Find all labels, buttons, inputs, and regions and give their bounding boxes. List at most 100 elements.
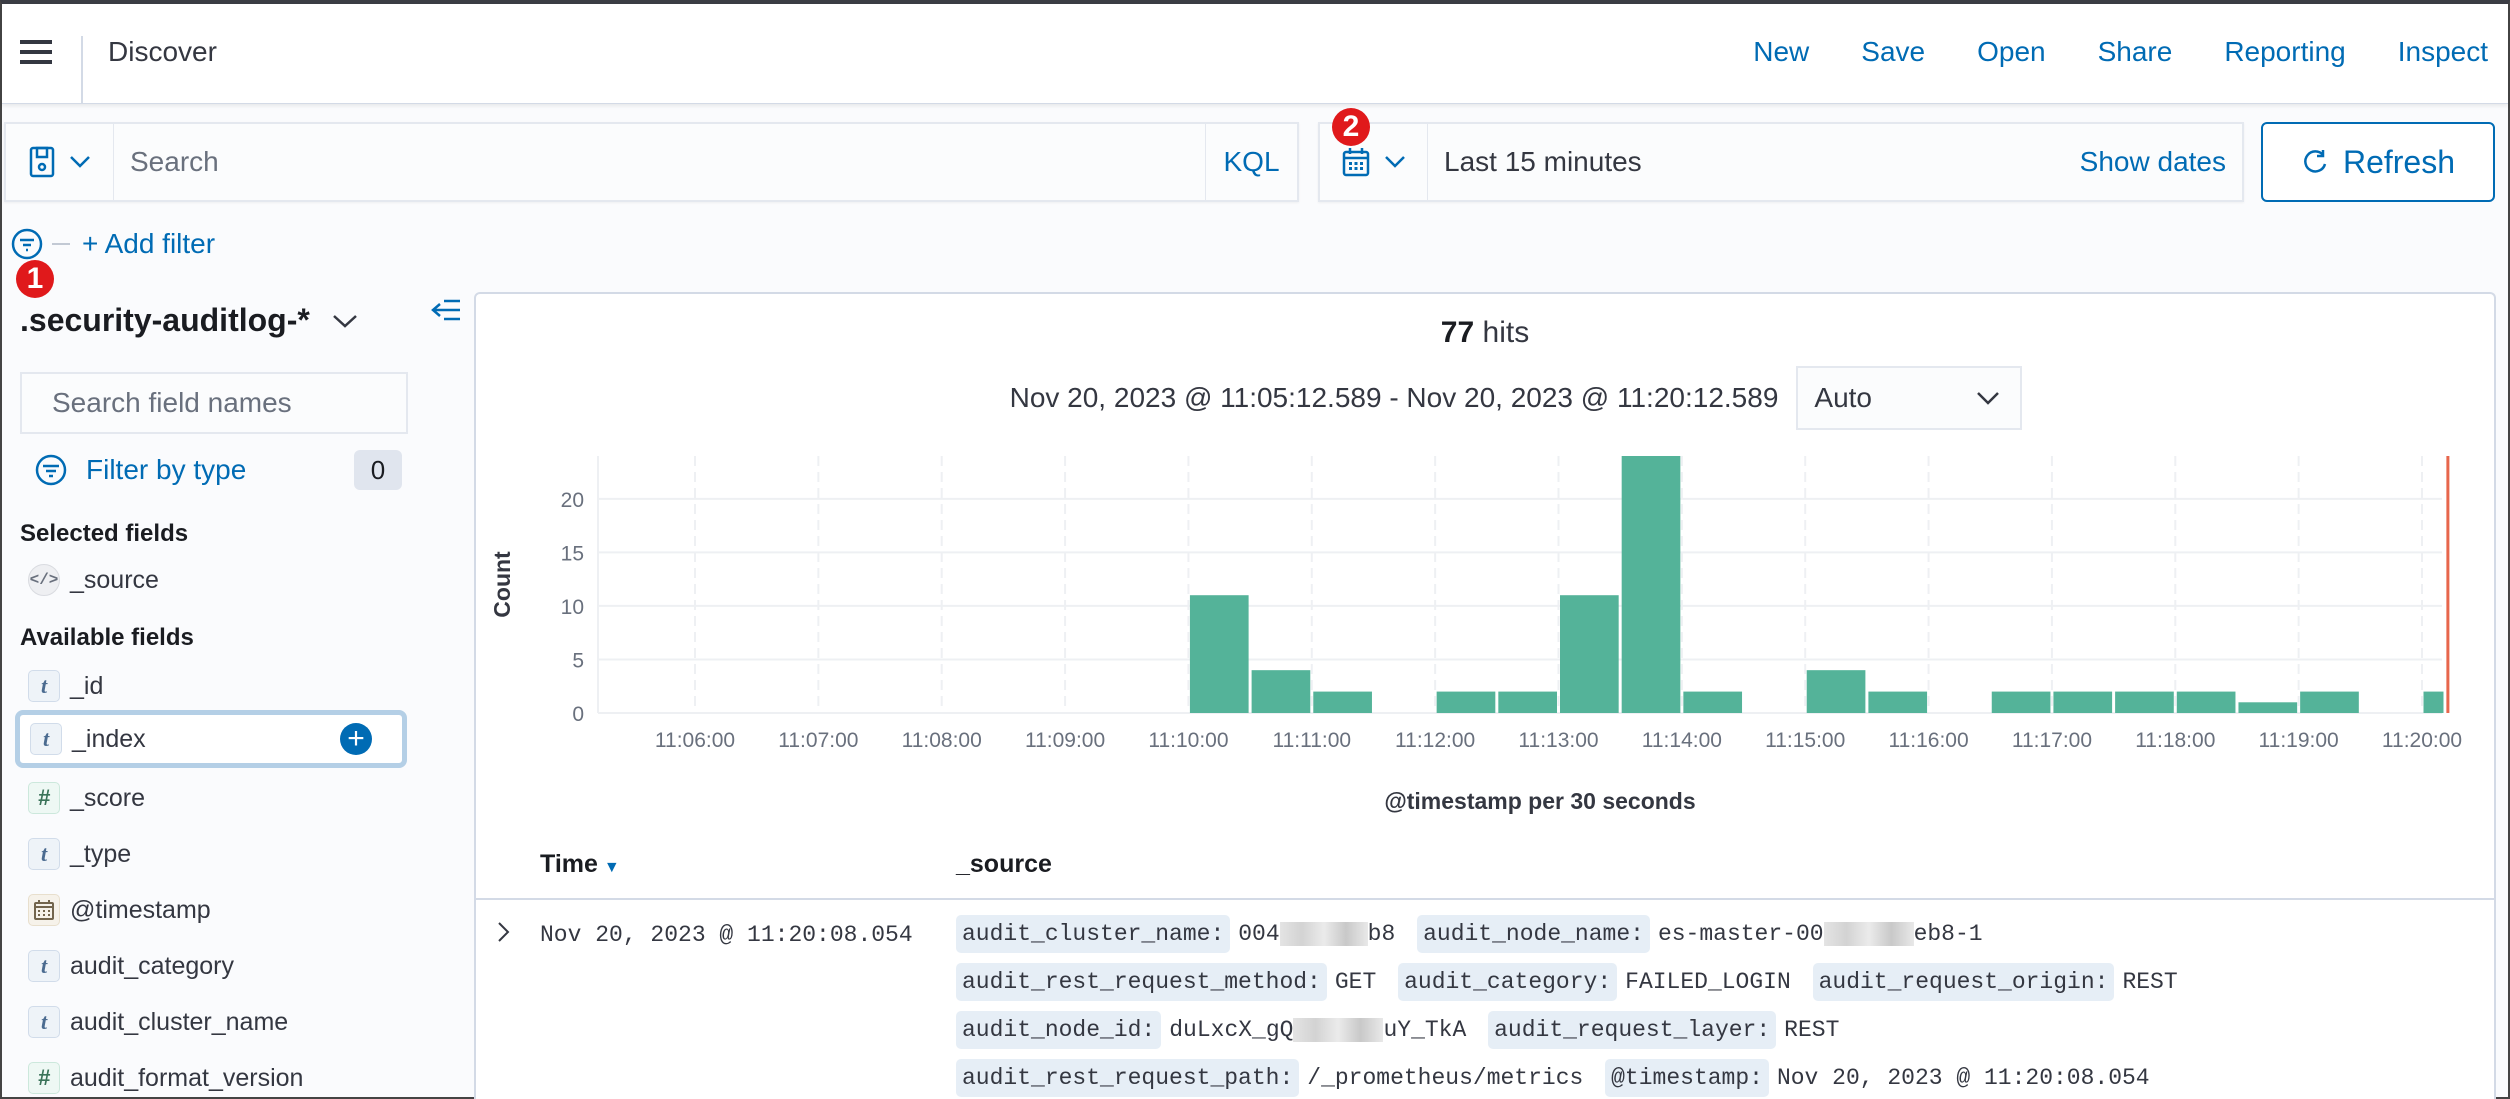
x-tick-label: 11:11:00 — [1272, 729, 1351, 752]
x-tick-label: 11:08:00 — [902, 729, 982, 752]
source-field: audit_request_layer: REST — [1488, 1011, 1840, 1049]
save-icon — [29, 146, 54, 178]
redacted-block — [1293, 1017, 1384, 1042]
row-time: Nov 20, 2023 @ 11:20:08.054 — [540, 922, 913, 948]
filter-options-icon[interactable] — [10, 227, 44, 261]
annotation-badge-1: 1 — [16, 260, 54, 298]
histogram-bar — [2423, 691, 2444, 713]
saved-query-button[interactable] — [6, 124, 114, 200]
y-tick-label: 20 — [561, 489, 584, 512]
collapse-sidebar-icon[interactable] — [430, 296, 462, 324]
field-search-box — [20, 372, 413, 434]
refresh-button[interactable]: Refresh — [2261, 122, 2495, 202]
x-tick-label: 11:18:00 — [2135, 729, 2215, 752]
histogram-bar — [2115, 691, 2174, 713]
source-field: audit_rest_request_path: /_prometheus/met… — [956, 1059, 1584, 1097]
add-field-plus-icon[interactable]: + — [340, 723, 372, 755]
field-item-timestamp[interactable]: @timestamp — [18, 884, 410, 936]
menu-icon[interactable] — [20, 40, 52, 64]
source-value: 004 — [1238, 921, 1280, 947]
sort-desc-icon[interactable]: ▼ — [604, 859, 620, 876]
source-value: es-master-00 — [1657, 921, 1824, 947]
x-tick-label: 11:16:00 — [1888, 729, 1968, 752]
available-fields-title: Available fields — [20, 624, 194, 651]
source-field: audit_node_id: duLxcX_gQ uY_TkA — [956, 1011, 1467, 1049]
table-header: Time ▼ _source — [476, 840, 2494, 900]
code-icon: </> — [28, 564, 60, 596]
selected-fields-title: Selected fields — [20, 520, 189, 547]
column-label: Time — [540, 850, 598, 878]
results-panel: 77 hits Nov 20, 2023 @ 11:05:12.589 - No… — [474, 292, 2496, 1099]
source-field: @timestamp: Nov 20, 2023 @ 11:20:08.054 — [1605, 1059, 2150, 1097]
source-field: audit_category: FAILED_LOGIN — [1398, 963, 1791, 1001]
field-item-type[interactable]: t _type — [18, 828, 410, 880]
histogram-bar — [1868, 691, 1928, 713]
field-item-id[interactable]: t _id — [18, 660, 410, 712]
nav-new[interactable]: New — [1753, 36, 1809, 68]
top-header: Discover New Save Open Share Reporting I… — [2, 4, 2508, 104]
nav-reporting[interactable]: Reporting — [2224, 36, 2345, 68]
source-value: b8 — [1367, 921, 1396, 947]
redacted-block — [1823, 921, 1914, 946]
field-item-score[interactable]: # _score — [18, 772, 410, 824]
source-value: duLxcX_gQ — [1169, 1017, 1294, 1043]
field-item-audit-format-version[interactable]: # audit_format_version — [18, 1052, 410, 1099]
query-bar: KQL — [4, 122, 1299, 202]
source-key: audit_request_origin: — [1812, 963, 2115, 1001]
histogram-bar — [1436, 691, 1496, 713]
axes-layer: 0 5 10 15 20 11:06:00 11:07:00 11:08:00 11:09:00… — [489, 456, 2462, 814]
source-value: REST — [2122, 969, 2178, 995]
field-sidebar: .security-auditlog-* Filter by type 0 Se… — [2, 292, 472, 1099]
field-item-audit-cluster-name[interactable]: t audit_cluster_name — [18, 996, 410, 1048]
string-type-icon: t — [28, 1006, 60, 1038]
field-name: @timestamp — [70, 895, 211, 924]
string-type-icon: t — [28, 838, 60, 870]
index-pattern-name: .security-auditlog-* — [20, 302, 310, 338]
source-field: audit_node_name: es-master-00 eb8-1 — [1417, 915, 1983, 953]
source-key: audit_cluster_name: — [956, 915, 1231, 953]
histogram-bar — [1683, 691, 1743, 713]
field-search-input[interactable] — [36, 387, 413, 419]
source-value: REST — [1784, 1017, 1840, 1043]
show-dates-button[interactable]: Show dates — [2080, 146, 2242, 178]
field-name: _source — [70, 565, 159, 594]
date-range-value[interactable]: Last 15 minutes — [1428, 146, 2080, 178]
search-input[interactable] — [114, 124, 1205, 200]
field-item-index[interactable]: t _index + — [15, 710, 407, 768]
y-tick-label: 10 — [561, 596, 584, 619]
filter-by-type-label: Filter by type — [86, 454, 247, 485]
nav-share[interactable]: Share — [2098, 36, 2173, 68]
column-header-time[interactable]: Time ▼ — [540, 850, 620, 879]
chevron-down-icon — [332, 314, 357, 328]
source-value: FAILED_LOGIN — [1625, 969, 1791, 995]
x-tick-label: 11:19:00 — [2259, 729, 2339, 752]
histogram-bar — [2300, 691, 2359, 713]
histogram-bar — [2238, 702, 2298, 713]
x-tick-label: 11:14:00 — [1642, 729, 1722, 752]
filter-divider — [52, 243, 70, 245]
nav-save[interactable]: Save — [1861, 36, 1925, 68]
date-picker: Last 15 minutes Show dates — [1318, 122, 2244, 202]
nav-inspect[interactable]: Inspect — [2398, 36, 2488, 68]
chevron-right-icon[interactable] — [494, 920, 514, 944]
histogram-bar — [1621, 456, 1681, 713]
filter-by-type-button[interactable]: Filter by type 0 — [34, 448, 402, 492]
field-item-source[interactable]: </> _source — [18, 554, 410, 606]
y-tick-label: 15 — [561, 542, 584, 565]
number-type-icon: # — [28, 1062, 60, 1094]
nav-open[interactable]: Open — [1977, 36, 2046, 68]
chevron-down-icon — [1384, 156, 1405, 168]
source-value: /_prometheus/metrics — [1307, 1065, 1584, 1091]
date-type-icon — [28, 894, 60, 926]
index-pattern-selector[interactable]: .security-auditlog-* — [20, 302, 358, 339]
kql-toggle[interactable]: KQL — [1205, 124, 1297, 200]
x-tick-label: 11:07:00 — [778, 729, 858, 752]
add-filter-button[interactable]: + Add filter — [82, 228, 215, 260]
field-item-audit-category[interactable]: t audit_category — [18, 940, 410, 992]
field-name: audit_category — [70, 951, 235, 980]
histogram-bar — [1313, 691, 1372, 713]
field-name: _type — [70, 839, 132, 868]
histogram-bar — [1560, 595, 1619, 713]
source-value: uY_TkA — [1383, 1017, 1467, 1043]
source-key: @timestamp: — [1605, 1059, 1769, 1097]
